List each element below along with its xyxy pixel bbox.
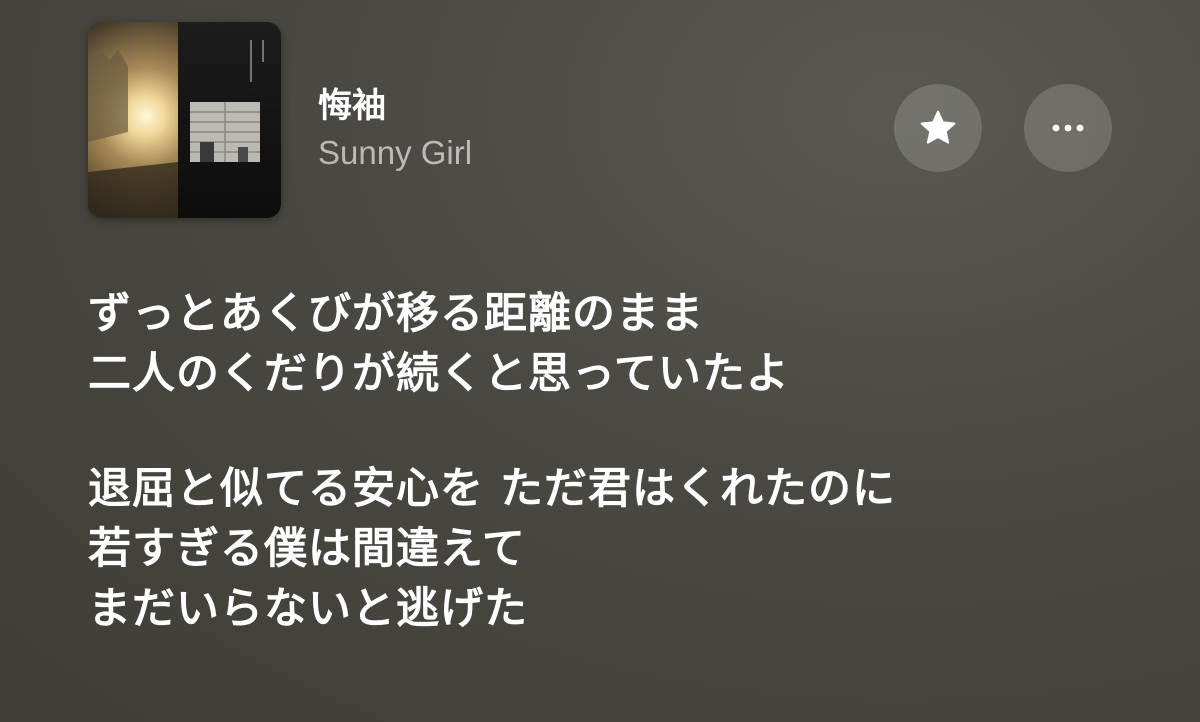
track-title: 悔袖 <box>318 86 386 126</box>
more-options-button[interactable] <box>1024 84 1112 172</box>
lyrics-view[interactable]: ずっとあくびが移る距離のまま 二人のくだりが続くと思っていたよ 退屈と似てる安心… <box>88 284 1168 694</box>
star-icon <box>920 110 956 144</box>
album-artwork[interactable] <box>88 22 281 218</box>
lyric-line[interactable]: 若すぎる僕は間違えて <box>88 519 1168 579</box>
lyric-line[interactable]: ずっとあくびが移る距離のまま <box>88 284 1168 344</box>
lyric-line[interactable]: 退屈と似てる安心を ただ君はくれたのに <box>88 459 1168 519</box>
lyric-verse: 退屈と似てる安心を ただ君はくれたのに 若すぎる僕は間違えて まだいらないと逃げ… <box>88 459 1168 639</box>
lyric-line[interactable]: 二人のくだりが続くと思っていたよ <box>88 344 1168 404</box>
ellipsis-icon <box>1052 124 1084 132</box>
now-playing-header: 悔袖 Sunny Girl <box>88 22 1118 218</box>
lyric-line[interactable]: まだいらないと逃げた <box>88 579 1168 639</box>
favorite-button[interactable] <box>894 84 982 172</box>
album-artwork-image <box>88 22 281 218</box>
track-info[interactable]: 悔袖 Sunny Girl <box>318 84 472 174</box>
track-artist[interactable]: Sunny Girl <box>318 132 472 174</box>
lyric-verse: ずっとあくびが移る距離のまま 二人のくだりが続くと思っていたよ <box>88 284 1168 404</box>
